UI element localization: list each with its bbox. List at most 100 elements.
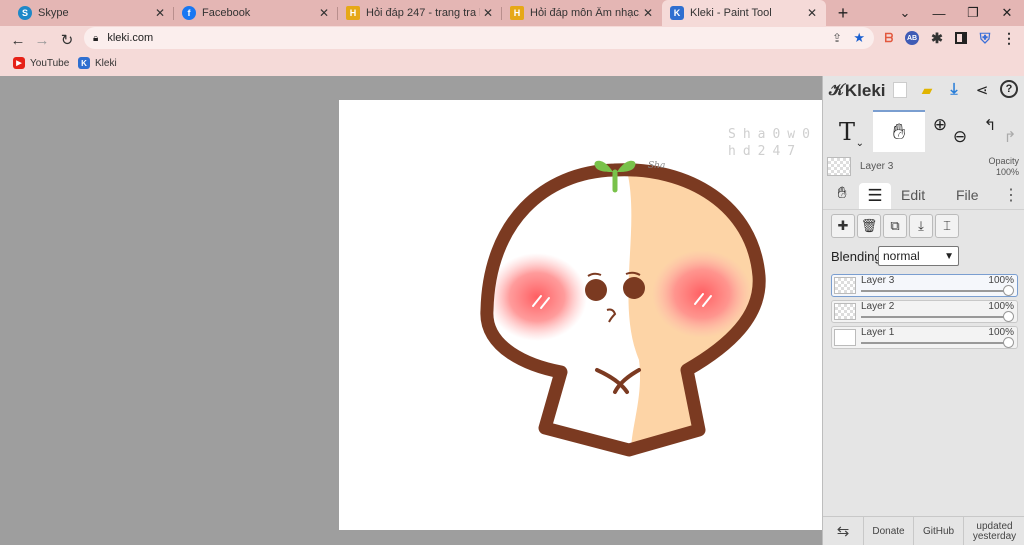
kleki-side-panel: 𝒦 Kleki ▰ ⤓ ⋖ ? T ⌄ ✋︎ ⊕ ⊖ ↰ ↱ Layer 3 Opa… [822, 76, 1024, 545]
duplicate-layer-button[interactable]: ⧉ [883, 214, 907, 238]
plus-icon: ✚ [837, 218, 849, 233]
merge-down-icon: ⤓ [918, 218, 924, 233]
address-bar[interactable]: 🔒︎ kleki.com ⇪ ★ [84, 27, 874, 49]
layers-tab-icon[interactable]: ☰ [859, 183, 891, 209]
delete-layer-button[interactable]: 🗑︎ [857, 214, 881, 238]
hand-tab-icon[interactable]: ✋︎ [827, 183, 857, 205]
forward-icon[interactable]: → [32, 30, 52, 50]
new-image-icon[interactable] [893, 82, 907, 98]
layer-thumbnail [834, 277, 856, 294]
close-icon[interactable]: ✕ [152, 6, 168, 20]
back-icon[interactable]: ← [8, 30, 28, 50]
layer-opacity-slider-handle[interactable] [1003, 311, 1014, 322]
close-icon[interactable]: ✕ [804, 6, 820, 20]
tab-facebook[interactable]: f Facebook ✕ [174, 0, 338, 26]
signature: Sha [648, 161, 665, 171]
blending-select[interactable]: normal ▼ [878, 246, 959, 266]
merge-layer-button[interactable]: ⤓ [909, 214, 933, 238]
hand-tool-icon[interactable]: ✋︎ [873, 110, 925, 152]
menu-icon[interactable]: ⋮ [1001, 30, 1017, 46]
close-icon[interactable]: ✕ [316, 6, 332, 20]
zoom-in-icon[interactable]: ⊕ [931, 115, 949, 134]
tab-search-icon[interactable]: ⌄ [888, 0, 922, 26]
restore-icon[interactable]: ❐ [956, 0, 990, 26]
duplicate-icon: ⧉ [890, 218, 900, 233]
tab-file[interactable]: File [956, 187, 979, 203]
bookmark-label: YouTube [30, 57, 70, 69]
window-close-icon[interactable]: ✕ [990, 0, 1024, 26]
bookmark-star-icon[interactable]: ★ [853, 30, 865, 46]
redo-icon[interactable]: ↱ [1001, 128, 1019, 146]
tab-title: Hỏi đáp 247 - trang tra loi [366, 7, 480, 19]
share-page-icon[interactable]: ⇪ [832, 31, 842, 45]
rename-layer-button[interactable]: ⌶ [935, 214, 959, 238]
github-link[interactable]: GitHub [913, 517, 963, 545]
kleki-logo-icon: 𝒦 [829, 82, 844, 99]
tab-title: Kleki - Paint Tool [690, 7, 772, 19]
kleki-logo-text: Kleki [844, 81, 886, 100]
tab-hoidap-2[interactable]: H Hỏi đáp môn Âm nhạc, Mỹ tl ✕ [502, 0, 662, 26]
tab-title: Facebook [202, 7, 251, 19]
open-folder-icon[interactable]: ▰ [919, 82, 935, 98]
changelog-link[interactable]: updated yesterday [963, 517, 1024, 545]
close-icon[interactable]: ✕ [640, 6, 656, 20]
blending-value: normal [883, 249, 920, 263]
bookmark-kleki[interactable]: K Kleki [78, 57, 117, 69]
current-layer-thumbnail [827, 157, 851, 176]
current-layer-name: Layer 3 [860, 161, 894, 172]
rename-icon: ⌶ [943, 218, 951, 233]
close-icon[interactable]: ✕ [480, 6, 496, 20]
download-icon[interactable]: ⤓ [945, 80, 963, 100]
hoidap-icon: H [346, 6, 360, 20]
adblock-icon[interactable]: AB [905, 31, 919, 45]
extensions-puzzle-icon[interactable]: ✱ [929, 30, 945, 46]
divider [823, 209, 1024, 210]
url-text: kleki.com [107, 32, 154, 44]
zoom-out-icon[interactable]: ⊖ [951, 127, 969, 146]
donate-link[interactable]: Donate [863, 517, 913, 545]
help-icon[interactable]: ? [1000, 80, 1018, 98]
layer-name: Layer 2 [861, 301, 895, 312]
layer-opacity-slider-handle[interactable] [1003, 337, 1014, 348]
layer-opacity-slider-handle[interactable] [1003, 285, 1014, 296]
opacity-label: Opacity [988, 156, 1019, 166]
tab-kleki[interactable]: K Kleki - Paint Tool ✕ [662, 0, 826, 26]
layer-opacity-slider[interactable] [861, 342, 1007, 344]
drawing-canvas[interactable]: Sha0w0 hd247 Sha [339, 100, 822, 530]
minimize-icon[interactable]: — [922, 0, 956, 26]
new-tab-button[interactable]: + [826, 0, 860, 26]
kleki-icon: K [670, 6, 684, 20]
layer-name: Layer 1 [861, 327, 895, 338]
tab-edit[interactable]: Edit [901, 187, 925, 203]
more-options-icon[interactable]: ⋮ [1003, 185, 1019, 205]
layer-thumbnail [834, 329, 856, 346]
bookmark-youtube[interactable]: ▶ YouTube [13, 57, 69, 69]
hoidap-icon: H [510, 6, 524, 20]
share-icon[interactable]: ⋖ [973, 80, 991, 100]
tab-skype[interactable]: S Skype ✕ [10, 0, 174, 26]
drawing-stage[interactable]: Sha0w0 hd247 Sha [0, 76, 822, 545]
kleki-icon: K [78, 57, 90, 69]
drawing-artwork: Sha [480, 160, 766, 457]
panel-footer: ⇆ Donate GitHub updated yesterday [823, 516, 1024, 545]
side-panel-icon[interactable] [953, 30, 969, 46]
add-layer-button[interactable]: ✚ [831, 214, 855, 238]
tab-strip: S Skype ✕ f Facebook ✕ H Hỏi đáp 247 - t… [0, 0, 1024, 26]
text-tool-icon[interactable]: T ⌄ [827, 112, 867, 152]
layer-row-layer-2[interactable]: Layer 2 100% [831, 300, 1018, 323]
layer-opacity-slider[interactable] [861, 290, 1007, 292]
opacity-value: 100% [995, 167, 1019, 177]
reload-icon[interactable]: ↻ [57, 30, 77, 50]
character-face: Sha [480, 160, 766, 457]
layer-opacity-slider[interactable] [861, 316, 1007, 318]
extension-icon[interactable]: ᗷ [881, 30, 897, 46]
bookmarks-bar: ▶ YouTube K Kleki [0, 53, 1024, 76]
layer-thumbnail [834, 303, 856, 320]
undo-icon[interactable]: ↰ [981, 116, 999, 134]
layer-row-layer-1[interactable]: Layer 1 100% [831, 326, 1018, 349]
tab-hoidap-1[interactable]: H Hỏi đáp 247 - trang tra loi ✕ [338, 0, 502, 26]
shield-icon[interactable]: ⛨ [977, 30, 993, 46]
chevron-down-icon: ▼ [944, 250, 954, 262]
swap-sides-icon[interactable]: ⇆ [823, 517, 863, 545]
layer-row-layer-3[interactable]: Layer 3 100% [831, 274, 1018, 297]
